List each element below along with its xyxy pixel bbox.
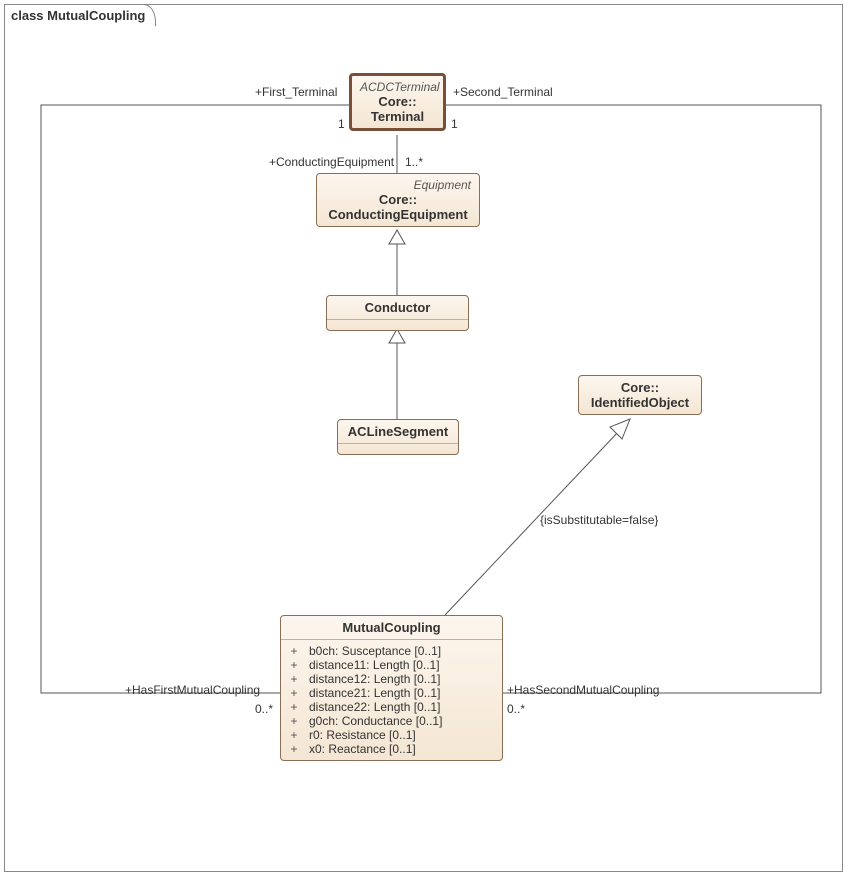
attr-row: +g0ch: Conductance [0..1] [289, 714, 494, 728]
class-name: ConductingEquipment [328, 207, 467, 222]
class-conducting-equipment[interactable]: Equipment Core:: ConductingEquipment [316, 173, 480, 227]
canvas: ACDCTerminal Core:: Terminal Equipment C… [5, 5, 842, 871]
class-name: IdentifiedObject [591, 395, 689, 410]
attr-row: +distance12: Length [0..1] [289, 672, 494, 686]
attr-row: +r0: Resistance [0..1] [289, 728, 494, 742]
class-header: ACLineSegment [338, 420, 458, 443]
class-package: Core:: [621, 380, 659, 395]
mult-second-terminal: 1 [451, 117, 458, 131]
role-conducting-equipment: +ConductingEquipment [269, 155, 394, 169]
mult-conducting-equipment: 1..* [405, 155, 423, 169]
class-stereotype: ACDCTerminal [360, 80, 435, 94]
class-terminal[interactable]: ACDCTerminal Core:: Terminal [349, 73, 446, 131]
class-mutual-coupling[interactable]: MutualCoupling +b0ch: Susceptance [0..1]… [280, 615, 503, 761]
class-header: Core:: IdentifiedObject [579, 376, 701, 414]
role-first-terminal: +First_Terminal [255, 85, 337, 99]
attr-row: +x0: Reactance [0..1] [289, 742, 494, 756]
attr-row: +b0ch: Susceptance [0..1] [289, 644, 494, 658]
class-header: ACDCTerminal Core:: Terminal [352, 76, 443, 128]
class-name: Conductor [365, 300, 431, 315]
attr-row: +distance22: Length [0..1] [289, 700, 494, 714]
constraint-substitutable: {isSubstitutable=false} [540, 513, 658, 527]
mult-has-second-mc: 0..* [507, 702, 525, 716]
role-has-first-mc: +HasFirstMutualCoupling [125, 683, 260, 697]
attr-row: +distance11: Length [0..1] [289, 658, 494, 672]
class-conductor[interactable]: Conductor [326, 295, 469, 331]
mult-first-terminal: 1 [338, 117, 345, 131]
mult-has-first-mc: 0..* [255, 702, 273, 716]
class-attributes: +b0ch: Susceptance [0..1] +distance11: L… [281, 640, 502, 760]
class-name: Terminal [371, 109, 424, 124]
role-has-second-mc: +HasSecondMutualCoupling [507, 683, 659, 697]
role-second-terminal: +Second_Terminal [453, 85, 553, 99]
class-header: Equipment Core:: ConductingEquipment [317, 174, 479, 226]
diagram-frame: class MutualCoupling ACDCTerminal Core [4, 4, 843, 872]
class-name: ACLineSegment [348, 424, 448, 439]
class-header: Conductor [327, 296, 468, 319]
class-package: Core:: [378, 94, 416, 109]
class-identified-object[interactable]: Core:: IdentifiedObject [578, 375, 702, 415]
attr-row: +distance21: Length [0..1] [289, 686, 494, 700]
class-header: MutualCoupling [281, 616, 502, 639]
class-acline-segment[interactable]: ACLineSegment [337, 419, 459, 455]
class-package: Core:: [379, 192, 417, 207]
class-stereotype: Equipment [325, 178, 471, 192]
class-name: MutualCoupling [342, 620, 440, 635]
